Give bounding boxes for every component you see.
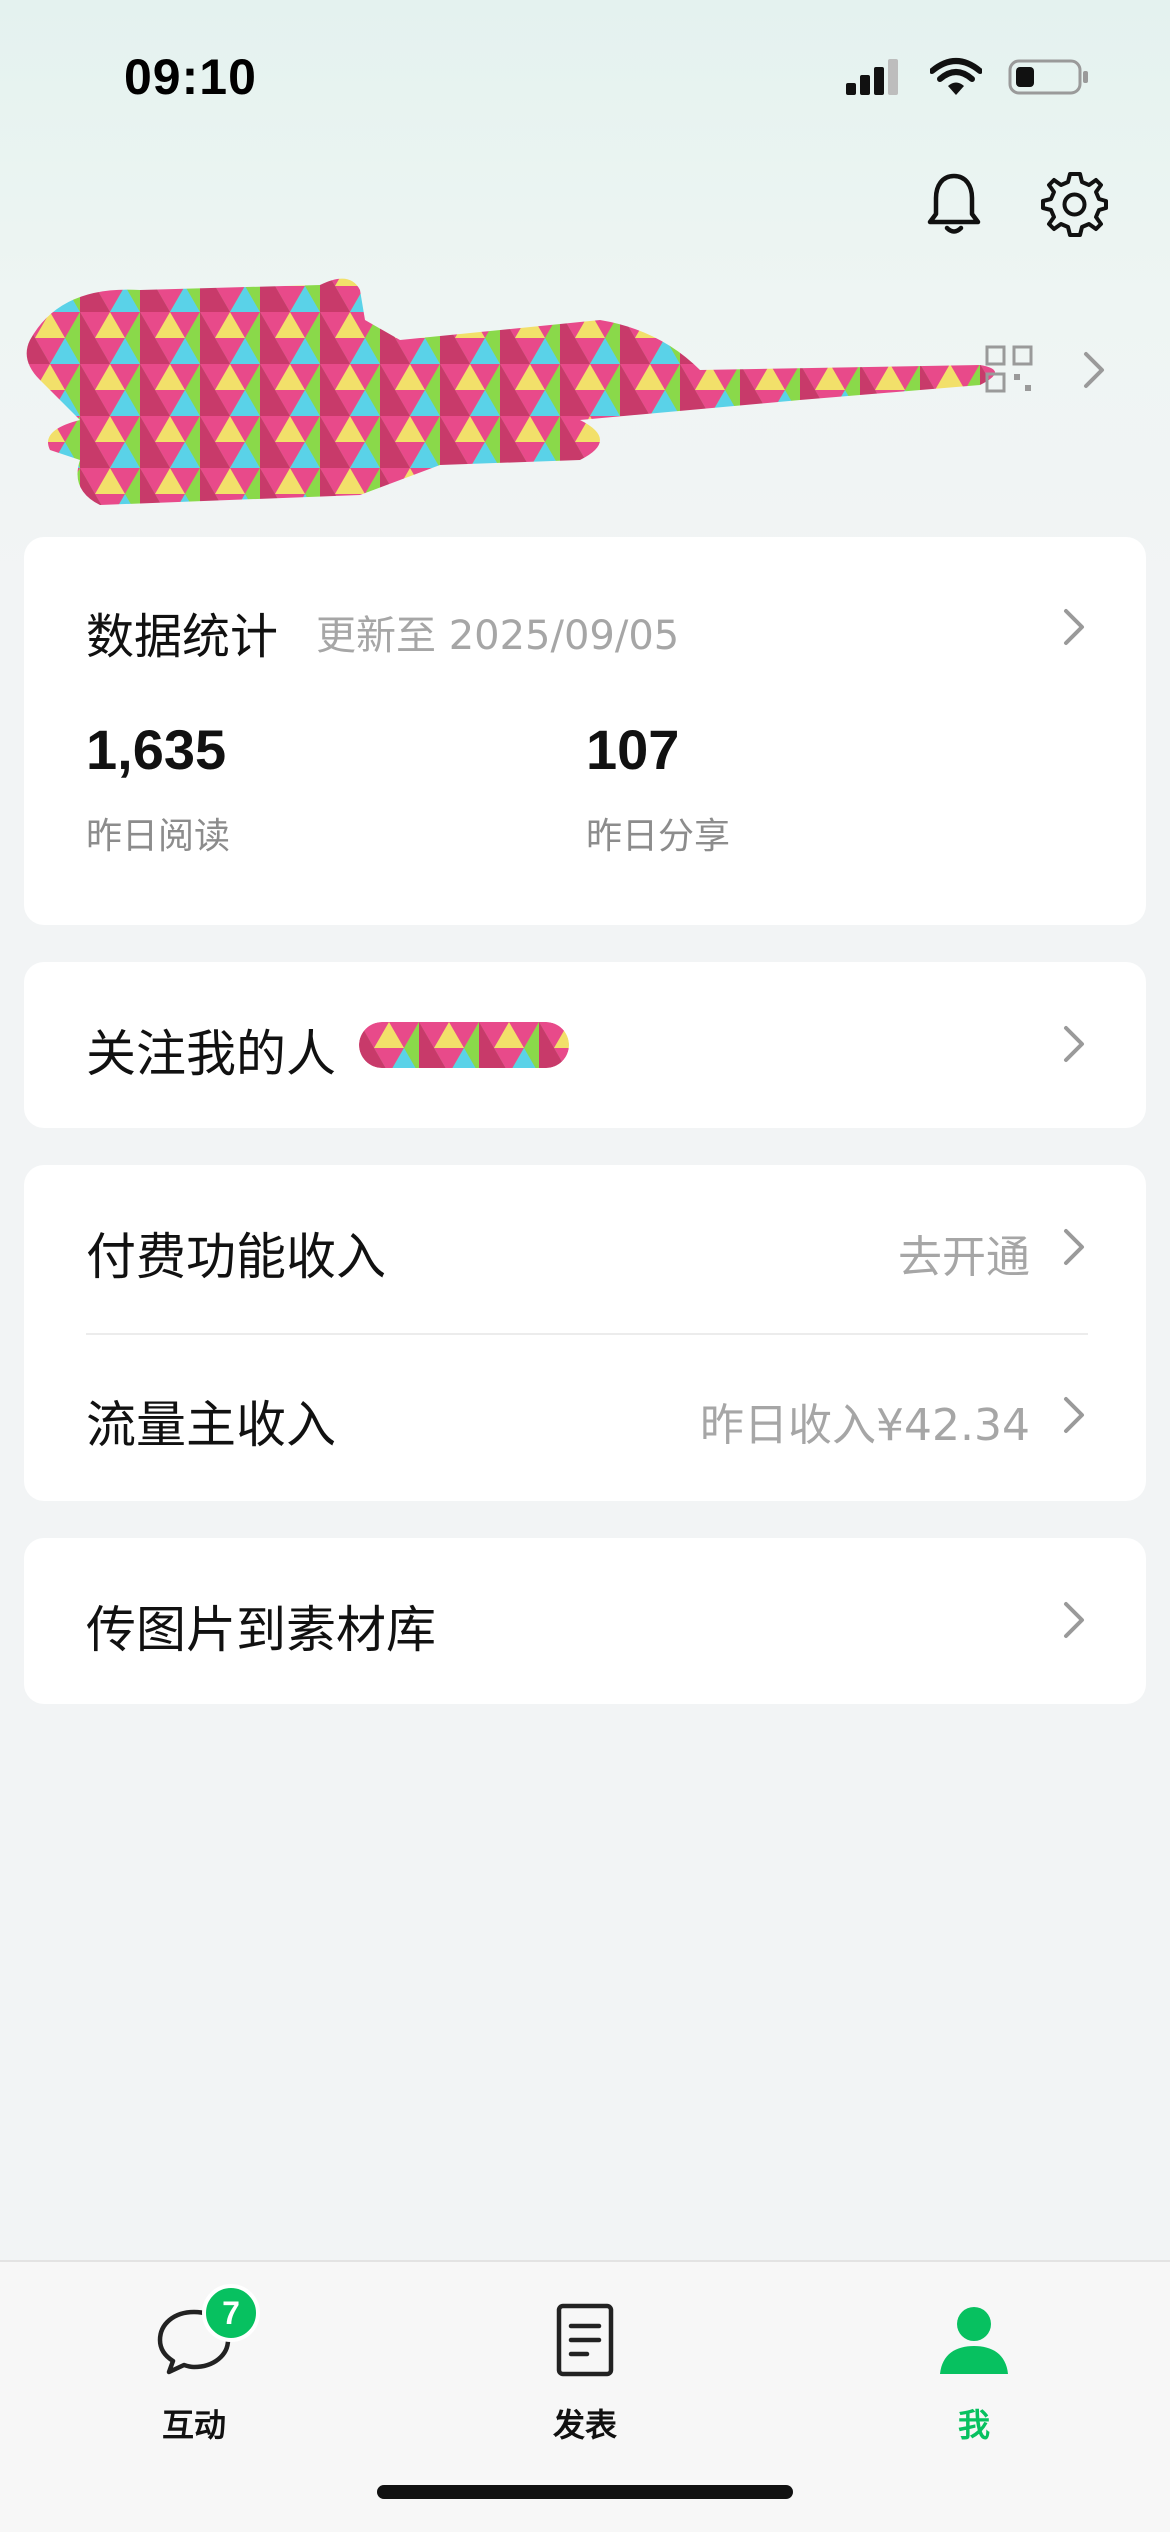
redacted-name-scribble [26, 278, 995, 505]
chevron-right-icon [1064, 1229, 1084, 1265]
document-icon [556, 2303, 614, 2377]
followers-label: 关注我的人 [86, 1025, 336, 1083]
qr-code-icon[interactable] [984, 344, 1034, 394]
chevron-right-icon [1064, 1026, 1084, 1062]
followers-row[interactable]: 关注我的人 [24, 962, 1146, 1128]
tab-label: 互动 [161, 2406, 226, 2444]
stat-label-reads: 昨日阅读 [86, 816, 231, 857]
stats-updated-date: 更新至 2025/09/05 [316, 613, 680, 659]
bell-icon[interactable] [920, 170, 988, 238]
home-indicator [377, 2485, 793, 2499]
chevron-right-icon [1064, 1602, 1084, 1638]
traffic-income-row[interactable]: 流量主收入 昨日收入¥42.34 [24, 1335, 1146, 1501]
paid-income-action: 去开通 [898, 1232, 1030, 1283]
paid-feature-income-row[interactable]: 付费功能收入 去开通 [24, 1165, 1146, 1333]
stat-label-shares: 昨日分享 [586, 816, 731, 857]
notification-badge: 7 [202, 2284, 260, 2342]
person-icon [940, 2307, 1008, 2374]
income-card: 付费功能收入 去开通 流量主收入 昨日收入¥42.34 [24, 1165, 1146, 1501]
stat-value-shares: 107 [586, 718, 680, 781]
stat-value-reads: 1,635 [86, 718, 227, 781]
battery-icon [1008, 59, 1088, 95]
tab-publish[interactable]: 发表 [465, 2290, 705, 2450]
profile-header[interactable] [20, 260, 1150, 510]
chevron-right-icon [1084, 352, 1104, 388]
status-time: 09:10 [124, 49, 257, 105]
status-icons [844, 55, 1090, 99]
tab-me[interactable]: 我 [854, 2290, 1094, 2450]
tab-label: 发表 [552, 2406, 617, 2444]
upload-to-library-row[interactable]: 传图片到素材库 [24, 1538, 1146, 1704]
chevron-right-icon [1064, 609, 1084, 645]
stats-title: 数据统计 [86, 609, 279, 665]
upload-label: 传图片到素材库 [86, 1601, 436, 1659]
wifi-icon [930, 58, 982, 95]
traffic-income-value: 昨日收入¥42.34 [700, 1400, 1030, 1451]
gear-icon[interactable] [1040, 170, 1108, 238]
redacted-follower-count [359, 1022, 569, 1068]
chevron-right-icon [1064, 1397, 1084, 1433]
profile-screen: 09:10 数据统计 更新至 2025/09/05 1,635 昨日阅读 107… [0, 0, 1170, 2532]
stats-card[interactable]: 数据统计 更新至 2025/09/05 1,635 昨日阅读 107 昨日分享 [24, 537, 1146, 925]
tab-label: 我 [957, 2406, 990, 2444]
paid-income-label: 付费功能收入 [86, 1228, 386, 1286]
tab-interact[interactable]: 7 互动 [74, 2284, 314, 2450]
cellular-signal-icon [846, 59, 898, 95]
traffic-income-label: 流量主收入 [86, 1396, 336, 1454]
